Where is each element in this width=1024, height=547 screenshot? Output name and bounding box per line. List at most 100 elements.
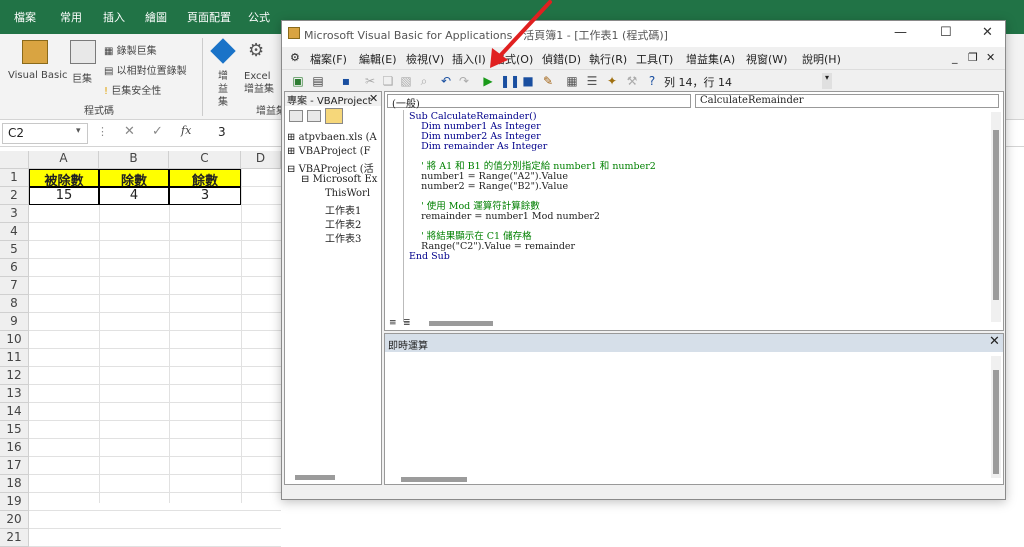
full-module-view-icon[interactable]: ≣ [403,318,411,328]
menu-run[interactable]: 執行(R) [589,51,627,67]
record-macro-button[interactable]: ▦ 錄製巨集 [104,42,157,57]
column-header[interactable]: B [99,151,169,169]
find-icon[interactable]: ⌕ [416,73,432,89]
insert-module-icon[interactable]: ▤ [310,73,326,89]
row-header[interactable]: 4 [0,223,29,241]
minimize-icon[interactable]: — [894,25,907,40]
menu-tools[interactable]: 工具(T) [636,51,673,67]
save-icon[interactable]: ▪ [338,73,354,89]
view-code-icon[interactable] [289,110,303,122]
row-header[interactable]: 9 [0,313,29,331]
child-restore-icon[interactable]: ❐ [968,51,978,64]
menu-edit[interactable]: 編輯(E) [359,51,397,67]
close-icon[interactable]: ✕ [982,25,993,40]
reset-icon[interactable]: ■ [520,73,536,89]
cell-a2[interactable]: 15 [29,187,99,205]
select-all-corner[interactable] [0,151,29,169]
excel-addins-label[interactable]: Excel 增益集 [244,70,278,96]
row-header[interactable]: 10 [0,331,29,349]
child-minimize-icon[interactable]: _ [952,51,958,64]
row-header[interactable]: 20 [0,511,29,529]
run-icon[interactable]: ▶ [480,73,496,89]
column-header[interactable]: A [29,151,99,169]
column-header[interactable]: C [169,151,241,169]
menu-insert[interactable]: 插入(I) [452,51,486,67]
cell-b2[interactable]: 4 [99,187,169,205]
visual-basic-label[interactable]: Visual Basic [8,70,68,81]
row-header[interactable]: 1 [0,169,29,187]
scroll-thumb[interactable] [993,130,999,300]
macros-icon[interactable] [70,40,96,64]
menu-addins[interactable]: 增益集(A) [686,51,735,67]
immediate-close-icon[interactable]: ✕ [989,334,1000,349]
properties-icon[interactable]: ☰ [584,73,600,89]
immediate-vertical-scrollbar[interactable] [991,356,1001,478]
row-header[interactable]: 16 [0,439,29,457]
tree-item-ms-excel-objects[interactable]: ⊟ Microsoft Ex [301,174,377,185]
horizontal-scrollbar[interactable] [295,475,335,480]
row-header[interactable]: 18 [0,475,29,493]
macro-security-button[interactable]: ! 巨集安全性 [104,82,161,97]
tree-item-sheet1[interactable]: 工作表1 [325,202,361,217]
formula-input[interactable]: 3 [218,125,226,139]
tree-item-sheet2[interactable]: 工作表2 [325,216,361,231]
vba-menu-icon[interactable]: ⚙ [290,51,300,64]
maximize-icon[interactable]: ☐ [940,25,952,40]
function-icon[interactable]: fx [181,124,191,137]
scroll-thumb[interactable] [993,370,999,474]
immediate-horizontal-scrollbar[interactable] [401,477,467,482]
tab-home[interactable]: 常用 [60,9,82,25]
row-header[interactable]: 21 [0,529,29,547]
cancel-icon[interactable]: ✕ [124,124,135,139]
cell-c2[interactable]: 3 [169,187,241,205]
tab-insert[interactable]: 插入 [103,9,125,25]
row-header[interactable]: 14 [0,403,29,421]
menu-window[interactable]: 視窗(W) [746,51,787,67]
object-combo[interactable]: (一般) [387,94,691,110]
row-header[interactable]: 8 [0,295,29,313]
toolbox-icon[interactable]: ⚒ [624,73,640,89]
view-object-icon[interactable] [307,110,321,122]
tab-page-layout[interactable]: 頁面配置 [187,9,231,25]
toolbar-options-icon[interactable]: ▾ [822,73,832,89]
redo-icon[interactable]: ↷ [456,73,472,89]
macros-label[interactable]: 巨集 [72,70,92,85]
code-horizontal-scrollbar[interactable] [429,321,493,326]
design-mode-icon[interactable]: ✎ [540,73,556,89]
chevron-down-icon[interactable]: ▾ [76,126,81,136]
project-close-icon[interactable]: ✕ [369,92,378,105]
confirm-icon[interactable]: ✓ [152,124,163,139]
row-header[interactable]: 7 [0,277,29,295]
tree-item-vbaproject-active[interactable]: ⊟ VBAProject (活 [287,160,374,175]
visual-basic-icon[interactable] [22,40,48,64]
row-header[interactable]: 13 [0,385,29,403]
undo-icon[interactable]: ↶ [438,73,454,89]
addins-icon[interactable] [210,38,236,64]
cell-a1[interactable]: 被除數 [29,169,99,189]
gear-icon[interactable]: ⚙ [248,40,264,61]
tree-item-atpvbaen[interactable]: ⊞ atpvbaen.xls (A [287,132,377,143]
help-icon[interactable]: ? [644,73,660,89]
row-header[interactable]: 6 [0,259,29,277]
menu-file[interactable]: 檔案(F) [310,51,347,67]
row-header[interactable]: 19 [0,493,29,511]
addins-label[interactable]: 增益集 [218,70,232,109]
row-header[interactable]: 12 [0,367,29,385]
tree-item-vbaproject-f[interactable]: ⊞ VBAProject (F [287,146,371,157]
row-header[interactable]: 5 [0,241,29,259]
column-header[interactable]: D [241,151,281,169]
pause-icon[interactable]: ❚❚ [500,73,520,89]
copy-icon[interactable]: ❏ [380,73,396,89]
relative-ref-button[interactable]: ▤ 以相對位置錄製 [104,62,187,77]
cell-c1[interactable]: 餘數 [169,169,241,189]
object-browser-icon[interactable]: ✦ [604,73,620,89]
project-explorer-icon[interactable]: ▦ [564,73,580,89]
child-close-icon[interactable]: ✕ [986,51,995,64]
tab-file[interactable]: 檔案 [14,9,36,25]
tree-item-sheet3[interactable]: 工作表3 [325,230,361,245]
tab-draw[interactable]: 繪圖 [145,9,167,25]
code-vertical-scrollbar[interactable] [991,112,1001,322]
row-header[interactable]: 2 [0,187,29,205]
code-editor[interactable]: Sub CalculateRemainder() Dim number1 As … [409,112,656,262]
paste-icon[interactable]: ▧ [398,73,414,89]
